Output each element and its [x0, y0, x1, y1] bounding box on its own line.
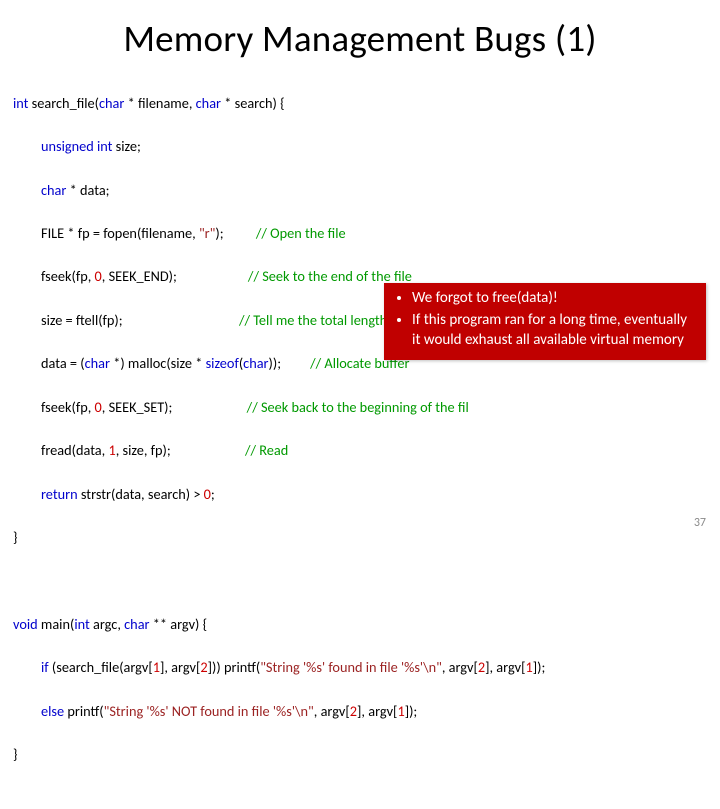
- code-block: int search_file(char * filename, char * …: [0, 71, 720, 809]
- code-line: }: [13, 527, 707, 549]
- code-line: else printf("String '%s' NOT found in fi…: [13, 701, 707, 723]
- callout-box: We forgot to free(data)! If this program…: [384, 283, 706, 360]
- code-line: }: [13, 744, 707, 766]
- code-line: fseek(fp, 0, SEEK_SET); // Seek back to …: [13, 397, 707, 419]
- code-line: fread(data, 1, size, fp); // Read: [13, 440, 707, 462]
- callout-item: We forgot to free(data)!: [412, 289, 696, 309]
- code-line: [13, 571, 707, 593]
- code-line: void main(int argc, char ** argv) {: [13, 614, 707, 636]
- code-line: FILE * fp = fopen(filename, "r"); // Ope…: [13, 223, 707, 245]
- code-line: unsigned int size;: [13, 136, 707, 158]
- code-line: char * data;: [13, 180, 707, 202]
- kw-int: int: [13, 94, 28, 112]
- code-line: return strstr(data, search) > 0;: [13, 484, 707, 506]
- code-line: if (search_file(argv[1], argv[2])) print…: [13, 657, 707, 679]
- slide: Memory Management Bugs (1) int search_fi…: [0, 0, 720, 540]
- page-number: 37: [694, 516, 706, 530]
- callout-item: If this program ran for a long time, eve…: [412, 311, 696, 351]
- slide-title: Memory Management Bugs (1): [0, 0, 720, 71]
- code-line: int search_file(char * filename, char * …: [13, 93, 707, 115]
